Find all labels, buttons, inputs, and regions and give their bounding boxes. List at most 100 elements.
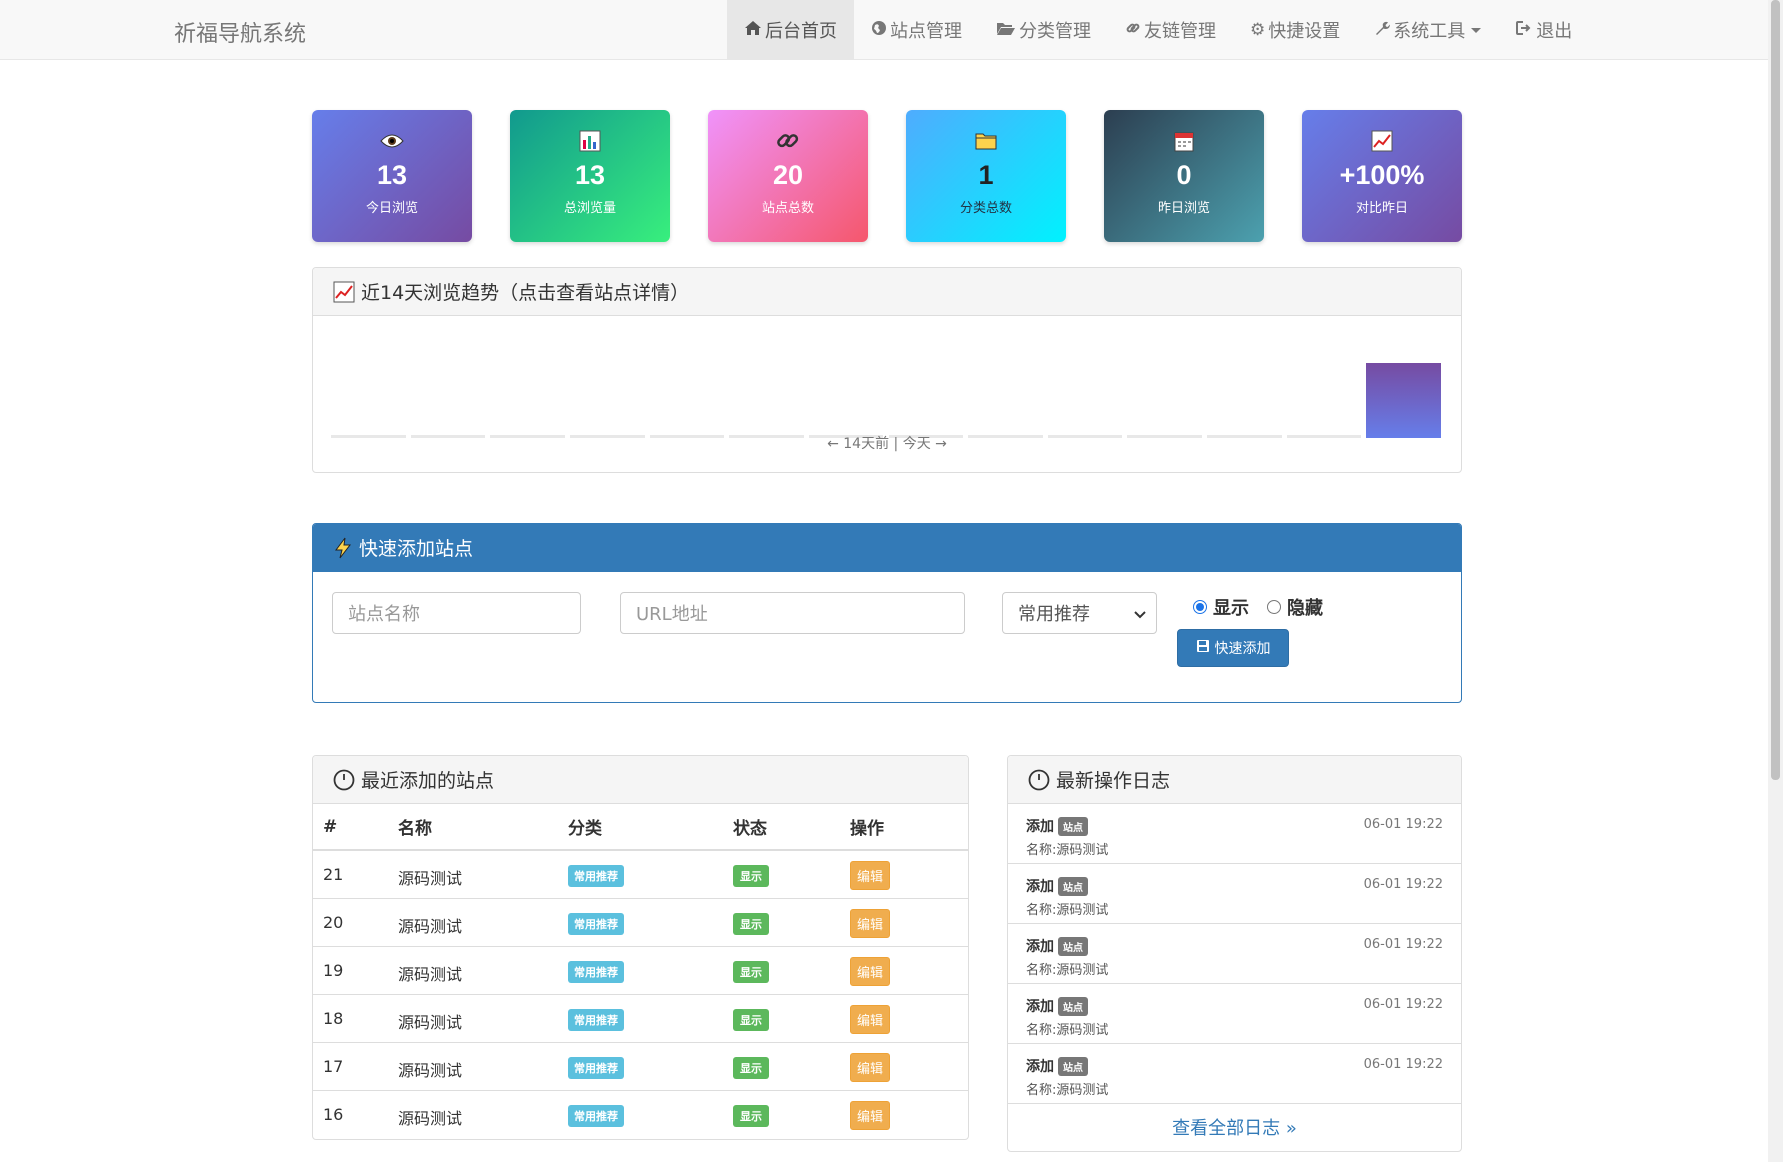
col-header: 名称 xyxy=(388,804,558,851)
category-badge: 常用推荐 xyxy=(568,912,624,935)
log-action: 添加 xyxy=(1026,939,1054,955)
stat-card-total-views: 13 总浏览量 xyxy=(510,110,670,242)
nav-item-quick-settings[interactable]: ⚙ 快捷设置 xyxy=(1233,0,1357,60)
site-status-cell: 显示 xyxy=(723,849,840,898)
nav-item-logout[interactable]: 退出 xyxy=(1498,0,1589,60)
col-header: 操作 xyxy=(840,804,968,851)
site-id: 21 xyxy=(313,849,388,898)
trend-caption: ← 14天前 | 今天 → xyxy=(827,436,947,452)
link-icon xyxy=(1125,20,1141,41)
edit-button[interactable]: 编辑 xyxy=(850,956,891,986)
site-status-cell: 显示 xyxy=(723,1041,840,1090)
col-header: 状态 xyxy=(723,804,840,851)
nav-label: 友链管理 xyxy=(1144,21,1216,42)
site-name: 源码测试 xyxy=(388,897,558,946)
edit-button[interactable]: 编辑 xyxy=(850,908,891,938)
site-action-cell: 编辑 xyxy=(840,897,968,946)
site-status-cell: 显示 xyxy=(723,993,840,1042)
nav-item-system-tools[interactable]: 系统工具 xyxy=(1357,0,1498,60)
radio-hide[interactable] xyxy=(1267,600,1281,614)
logs-panel: 最新操作日志 添加 站点 名称:源码测试 06-01 19:22 添加 站点 名称:源码测试… xyxy=(1007,755,1462,1152)
edit-button[interactable]: 编辑 xyxy=(850,1100,891,1130)
page-scrollbar[interactable] xyxy=(1768,0,1783,1162)
log-item: 添加 站点 名称:源码测试 06-01 19:22 xyxy=(1008,864,1461,924)
log-time: 06-01 19:22 xyxy=(1363,817,1443,832)
trend-title: 近14天浏览趋势（点击查看站点详情） xyxy=(361,282,690,304)
site-id: 18 xyxy=(313,993,388,1042)
status-badge: 显示 xyxy=(733,865,769,887)
nav-label: 分类管理 xyxy=(1019,21,1091,42)
stat-label: 对比昨日 xyxy=(1355,201,1408,216)
radio-show-label[interactable]: 显示 xyxy=(1213,594,1249,620)
log-action: 添加 xyxy=(1026,1059,1054,1075)
log-tag-badge: 站点 xyxy=(1058,997,1088,1016)
col-header: 分类 xyxy=(558,804,723,851)
log-tag-badge: 站点 xyxy=(1058,817,1088,836)
eye-icon xyxy=(312,128,472,154)
logs-title: 最新操作日志 xyxy=(1056,770,1171,792)
site-name-input[interactable]: 站点名称 xyxy=(332,592,581,634)
site-name: 源码测试 xyxy=(388,993,558,1042)
view-all-logs-link[interactable]: 查看全部日志 » xyxy=(1008,1104,1461,1150)
radio-hide-label[interactable]: 隐藏 xyxy=(1287,594,1323,620)
stat-label: 今日浏览 xyxy=(365,201,418,216)
status-badge: 显示 xyxy=(733,1056,769,1079)
site-category-cell: 常用推荐 xyxy=(558,993,723,1042)
site-action-cell: 编辑 xyxy=(840,993,968,1042)
edit-button[interactable]: 编辑 xyxy=(850,1052,891,1082)
site-status-cell: 显示 xyxy=(723,945,840,994)
top-navbar: 祈福导航系统 后台首页 站点管理 分类管理 友链管理 ⚙ 快捷设置 系统工具 退… xyxy=(0,0,1768,60)
table-row: 20 源码测试 常用推荐 显示 编辑 xyxy=(313,897,968,946)
category-badge: 常用推荐 xyxy=(568,865,624,887)
site-status-cell: 显示 xyxy=(723,897,840,946)
clock-icon xyxy=(1028,769,1050,791)
nav-label: 退出 xyxy=(1536,21,1573,42)
site-action-cell: 编辑 xyxy=(840,945,968,994)
logs-heading: 最新操作日志 xyxy=(1008,756,1461,804)
trend-icon xyxy=(333,281,355,303)
site-id: 19 xyxy=(313,945,388,994)
stat-value: 20 xyxy=(772,160,804,190)
nav-item-links[interactable]: 友链管理 xyxy=(1108,0,1233,60)
main-nav: 后台首页 站点管理 分类管理 友链管理 ⚙ 快捷设置 系统工具 退出 xyxy=(727,0,1589,60)
nav-label: 快捷设置 xyxy=(1268,21,1341,42)
site-category-cell: 常用推荐 xyxy=(558,1089,723,1138)
site-name: 源码测试 xyxy=(388,1089,558,1138)
site-name: 源码测试 xyxy=(388,945,558,994)
quick-add-title: 快速添加站点 xyxy=(359,538,474,560)
log-description: 名称:源码测试 xyxy=(1026,843,1109,858)
edit-button[interactable]: 编辑 xyxy=(850,1004,891,1034)
stat-value: 1 xyxy=(978,160,994,190)
radio-show[interactable] xyxy=(1193,600,1207,614)
nav-item-categories[interactable]: 分类管理 xyxy=(979,0,1108,60)
clock-icon xyxy=(333,769,355,791)
edit-button[interactable]: 编辑 xyxy=(850,861,891,890)
url-input[interactable]: URL地址 xyxy=(620,592,965,634)
home-icon xyxy=(744,20,762,41)
stat-card-yesterday-views: 0 昨日浏览 xyxy=(1104,110,1264,242)
stat-value: 13 xyxy=(376,160,408,190)
scrollbar-thumb[interactable] xyxy=(1771,0,1780,780)
log-action: 添加 xyxy=(1026,879,1054,895)
stat-value: 13 xyxy=(574,160,606,190)
folder-open-icon xyxy=(996,20,1016,41)
trend-chart[interactable] xyxy=(331,338,1441,438)
folder-icon xyxy=(906,128,1066,154)
nav-item-home[interactable]: 后台首页 xyxy=(727,0,854,60)
recent-sites-heading: 最近添加的站点 xyxy=(313,756,968,804)
status-badge: 显示 xyxy=(733,1104,769,1127)
category-badge: 常用推荐 xyxy=(568,1056,624,1079)
chevron-down-icon xyxy=(1471,27,1482,33)
brand-logo[interactable]: 祈福导航系统 xyxy=(174,16,306,48)
status-badge: 显示 xyxy=(733,960,769,983)
site-name: 源码测试 xyxy=(388,1041,558,1090)
category-select[interactable]: 常用推荐 xyxy=(1002,592,1157,634)
category-badge: 常用推荐 xyxy=(568,1104,624,1127)
stat-card-today-views: 13 今日浏览 xyxy=(312,110,472,242)
trend-bar[interactable] xyxy=(1366,363,1441,438)
nav-item-sites[interactable]: 站点管理 xyxy=(854,0,979,60)
recent-sites-panel: 最近添加的站点 # 名称 分类 状态 操作 21 源码测试 常用推荐 显示 编辑 20 源码… xyxy=(312,755,969,1140)
log-item: 添加 站点 名称:源码测试 06-01 19:22 xyxy=(1008,984,1461,1044)
wrench-icon xyxy=(1374,20,1391,41)
quick-add-button[interactable]: 快速添加 xyxy=(1177,629,1289,667)
